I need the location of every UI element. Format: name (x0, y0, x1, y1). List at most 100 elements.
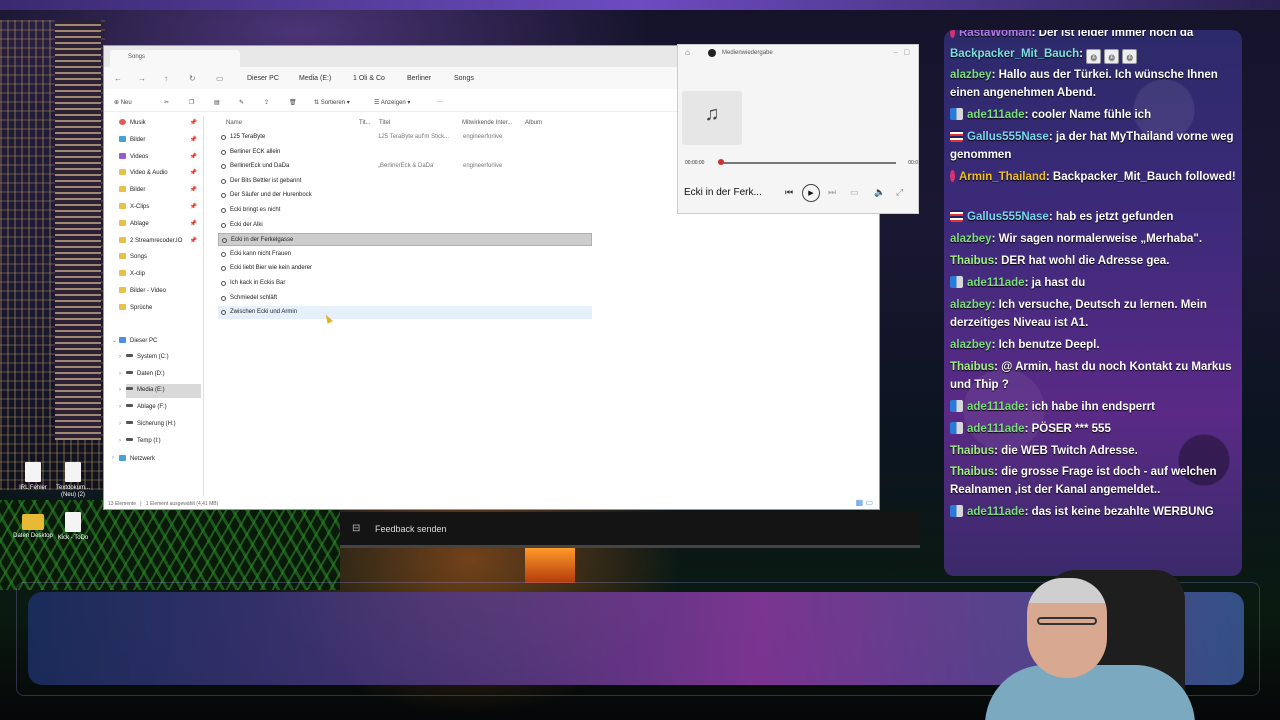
file-row[interactable]: Ecki bringt es nicht (218, 204, 592, 217)
chat-username[interactable]: alazbey (950, 299, 992, 311)
desktop-icon[interactable]: IRL Fehler (12, 462, 54, 492)
cut-icon[interactable]: ✂ (164, 99, 169, 106)
desktop-icon[interactable]: Kick - ToDo (52, 512, 94, 542)
paste-icon[interactable]: ▤ (214, 99, 220, 106)
forward-button[interactable]: → (138, 74, 146, 83)
file-name: BerlinerEck und DaDa (230, 163, 290, 170)
more-button[interactable]: ··· (437, 99, 443, 105)
pin-icon: 📌 (189, 237, 197, 244)
new-button[interactable]: ⊕ Neu (114, 99, 132, 106)
breadcrumb-item[interactable]: Media (E:) (299, 75, 331, 82)
sidebar-drive-item[interactable]: › System (C:) (119, 351, 201, 365)
share-icon[interactable]: ⇪ (264, 99, 269, 106)
refresh-button[interactable]: ↻ (189, 74, 196, 83)
chat-username[interactable]: ade111ade (967, 277, 1025, 289)
file-row[interactable]: Berliner ECK allein (218, 146, 592, 159)
chat-username[interactable]: alazbey (950, 339, 992, 351)
sidebar-quick-item[interactable]: Ablage 📌 (119, 217, 201, 231)
sidebar-quick-item[interactable]: Songs (119, 250, 201, 264)
column-header-album[interactable]: Album (525, 120, 542, 126)
previous-icon[interactable]: ⏮ (785, 187, 793, 198)
breadcrumb-item[interactable]: Berliner (407, 75, 431, 82)
view-toggle-icons[interactable]: ▦ ▭ (856, 498, 873, 507)
file-row[interactable]: Ecki der Alki (218, 219, 592, 232)
chat-username[interactable]: Thaibus (950, 361, 994, 373)
chat-username[interactable]: Thaibus (950, 445, 994, 457)
sidebar-quick-item[interactable]: X-Clips 📌 (119, 200, 201, 214)
chat-username[interactable]: Backpacker_Mit_Bauch (950, 48, 1079, 60)
emote-icon: ☺ (1104, 49, 1120, 64)
file-row[interactable]: Der Bits Bettler ist gebannt (218, 175, 592, 188)
chat-username[interactable]: ade111ade (967, 401, 1025, 413)
chat-username[interactable]: alazbey (950, 233, 992, 245)
breadcrumb-item[interactable]: 1 Oli & Co (353, 75, 385, 82)
sidebar-drive-item[interactable]: › Temp (I:) (119, 435, 201, 449)
file-row[interactable]: Schmiedel schläft (218, 292, 592, 305)
home-icon[interactable]: ⌂ (685, 48, 690, 57)
sidebar-quick-item[interactable]: X-clip (119, 267, 201, 281)
fullscreen-icon[interactable]: ⤢ (896, 187, 903, 198)
file-row[interactable]: Ecki kann nicht Frauen (218, 248, 592, 261)
sidebar-quick-item[interactable]: Video & Audio 📌 (119, 166, 201, 180)
breadcrumb-item[interactable]: Dieser PC (247, 75, 279, 82)
chat-username[interactable]: Gallus555Nase (967, 131, 1049, 143)
column-header-nr[interactable]: Tit... (359, 120, 370, 126)
sidebar-drive-item[interactable]: › Media (E:) (119, 384, 201, 399)
miniplayer-icon[interactable]: ▭ (850, 187, 859, 198)
desktop-icon-label: Kick - ToDo (57, 535, 89, 541)
volume-icon[interactable]: 🔈 (874, 187, 885, 198)
copy-icon[interactable]: ❐ (189, 99, 194, 106)
seek-bar[interactable] (720, 162, 896, 164)
play-button[interactable]: ▶ (802, 184, 820, 202)
folder-icon (119, 219, 126, 226)
back-button[interactable]: ← (114, 74, 122, 83)
sidebar-quick-item[interactable]: Musik 📌 (119, 116, 201, 130)
view-button[interactable]: ☰ Anzeigen ▾ (374, 99, 410, 106)
desktop-icon[interactable]: Textdokum... (Neu) (2) (52, 462, 94, 499)
breadcrumb-item[interactable]: Songs (454, 75, 474, 82)
file-row[interactable]: Ecki in der Ferkelgasse (218, 233, 592, 247)
file-row[interactable]: 125 TeraByte 125 TeraByte auf'm Stick... e… (218, 131, 592, 144)
sidebar-drive-item[interactable]: › Daten (D:) (119, 368, 201, 382)
rename-icon[interactable]: ✎ (239, 99, 244, 106)
chat-username[interactable]: Thaibus (950, 466, 994, 478)
sidebar-drive-item[interactable]: › Sicherung (H:) (119, 418, 201, 432)
file-row[interactable]: Der Säufer und der Hurenbock (218, 189, 592, 202)
file-row[interactable]: Zwischen Ecki und Armin (218, 306, 592, 320)
sidebar-drive-item[interactable]: ⌄ Dieser PC (112, 334, 201, 348)
next-icon[interactable]: ⏭ (828, 187, 836, 198)
window-controls[interactable]: – ▢ (894, 48, 910, 56)
sidebar-drive-item[interactable]: › Ablage (F:) (119, 401, 201, 415)
desktop-icon[interactable]: Daten Desktop (12, 512, 54, 540)
audio-file-icon (222, 238, 227, 244)
explorer-tab[interactable]: Songs (110, 50, 240, 67)
file-row[interactable]: Ich kack in Eckis Bar (218, 277, 592, 290)
sidebar-quick-item[interactable]: 2 Streamrecoder.IO 📌 (119, 234, 201, 248)
chat-username[interactable]: Gallus555Nase (967, 211, 1049, 223)
sidebar-quick-item[interactable]: Bilder - Video (119, 284, 201, 298)
file-row[interactable]: BerlinerEck und DaDa „BerlinerEck & DaDa'… (218, 160, 592, 173)
chat-username[interactable]: Armin_Thailand (959, 171, 1046, 183)
chat-username[interactable]: alazbey (950, 69, 992, 81)
chat-username[interactable]: ade111ade (967, 423, 1025, 435)
sidebar-quick-item[interactable]: Bilder 📌 (119, 133, 201, 147)
file-row[interactable]: Ecki liebt Bier wie kein anderer (218, 262, 592, 275)
delete-icon[interactable]: 🗑 (289, 99, 297, 106)
chat-username[interactable]: ade111ade (967, 506, 1025, 518)
drive-icon (126, 353, 133, 357)
column-header-title[interactable]: Titel (379, 120, 390, 126)
column-header-artists[interactable]: Mitwirkende Inter... (462, 120, 512, 126)
chat-username[interactable]: RastaWoman (959, 30, 1032, 39)
sidebar-quick-item[interactable]: Videos 📌 (119, 150, 201, 164)
status-count: 13 Elemente (108, 501, 137, 507)
sort-button[interactable]: ⇅ Sortieren ▾ (314, 99, 350, 106)
chat-username[interactable]: ade111ade (967, 109, 1025, 121)
sidebar-drive-item[interactable]: › Netzwerk (112, 452, 201, 466)
sidebar-quick-item[interactable]: Bilder 📌 (119, 183, 201, 197)
up-button[interactable]: ↑ (164, 74, 168, 83)
seek-knob[interactable] (718, 159, 724, 165)
chat-username[interactable]: Thaibus (950, 255, 994, 267)
sidebar-quick-item[interactable]: Sprüche (119, 301, 201, 315)
column-header-name[interactable]: Name (226, 120, 242, 126)
feedback-link[interactable]: Feedback senden (375, 524, 447, 534)
